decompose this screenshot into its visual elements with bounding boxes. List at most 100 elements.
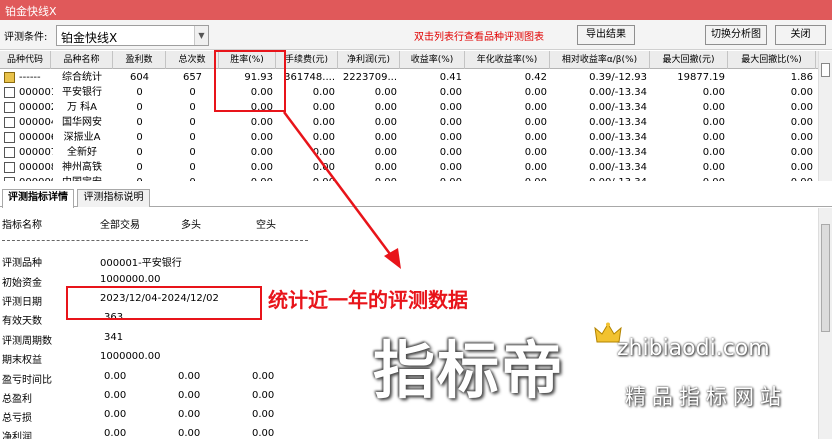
ratio-all: 0.00 [104,428,127,439]
period-label: 评测周期数 [2,336,52,347]
table-cell-ddr: 0.00 [728,175,816,181]
watermark-domain: zhibiaodi.com [617,336,770,361]
valid-days-label: 有效天数 [2,316,42,327]
table-cell-code: 000009 [19,175,53,181]
table-cell-annual: 0.00 [524,147,547,158]
table-cell-annual: 0.00 [524,132,547,143]
divider [2,240,308,241]
stock-icon [4,162,15,173]
table-cell-dd: 0.00 [702,147,725,158]
table-cell-total: 0 [189,132,196,143]
scrollbar-thumb[interactable] [821,224,830,332]
stock-icon [4,147,15,158]
table-cell-code: 000001 [19,87,53,98]
table-row[interactable]: 000001 平安银行 0 0 0.00 0.00 0.00 0.00 0.00 0.00/-13… [0,85,818,100]
table-row[interactable]: ------ 综合统计 604 657 91.93 361748.... 2223709..… [0,70,818,85]
column-header[interactable]: 净利润(元) [338,51,400,69]
table-cell-dd: 0.00 [702,132,725,143]
table-cell-ret: 0.41 [439,72,462,83]
tab-indicator-explanation[interactable]: 评测指标说明 [77,189,150,207]
equity-label: 期末权益 [2,355,42,366]
ratio-label: 总盈利 [2,394,32,405]
win-rate-highlight-box [214,50,286,112]
stock-icon [4,177,15,181]
table-cell-annual: 0.00 [524,117,547,128]
table-cell-code: 000008 [19,162,53,173]
switch-chart-button[interactable]: 切换分析图 [705,25,767,45]
condition-select[interactable]: 铂金快线X ▼ [56,25,209,46]
table-scrollbar[interactable] [818,51,832,181]
column-header[interactable]: 收益率(%) [400,51,465,69]
col-header-name: 指标名称 [2,220,42,231]
export-button[interactable]: 导出结果 [577,25,635,45]
table-cell-code: ------ [19,72,41,83]
column-header[interactable]: 盈利数 [113,51,166,69]
table-cell-rel: 0.39/-12.93 [589,72,647,83]
table-cell-rate: 0.00 [250,117,273,128]
table-cell-code: 000002 [19,102,53,113]
tab-indicator-details[interactable]: 评测指标详情 [2,189,74,208]
column-header[interactable]: 品种代码 [0,51,51,69]
detail-scrollbar[interactable] [818,208,832,439]
date-label: 评测日期 [2,297,42,308]
column-header[interactable]: 年化收益率(%) [465,51,550,69]
table-cell-annual: 0.42 [524,72,547,83]
table-cell-code: 000007 [19,147,53,158]
table-cell-annual: 0.00 [524,87,547,98]
column-header[interactable]: 最大回撤比(%) [728,51,816,69]
table-cell-rel: 0.00/-13.34 [589,117,647,128]
column-header[interactable]: 最大回撤(元) [650,51,728,69]
ratio-long: 0.00 [178,371,201,382]
ratio-short: 0.00 [252,390,275,401]
table-cell-dd: 0.00 [650,175,728,181]
table-cell-win: 0 [136,117,143,128]
stock-icon [4,117,15,128]
table-cell-dd: 0.00 [702,162,725,173]
stock-icon [4,132,15,143]
watermark-brand: 指标帝 [373,334,566,407]
table-cell-annual: 0.00 [465,175,550,181]
table-cell-code: 000006 [19,132,53,143]
column-header[interactable]: 总次数 [166,51,219,69]
ratio-long: 0.00 [178,428,201,439]
annotation-note: 统计近一年的评测数据 [268,288,468,312]
table-cell-rel: 0.00/-13.34 [589,162,647,173]
table-cell-annual: 0.00 [524,162,547,173]
table-cell-rate: 0.00 [250,147,273,158]
table-cell-name: 国华网安 [62,117,102,128]
ratio-long: 0.00 [178,390,201,401]
ratio-short: 0.00 [252,428,275,439]
table-cell-win: 604 [129,72,150,83]
window-title: 铂金快线X [5,5,57,18]
table-cell-rel: 0.00/-13.34 [589,87,647,98]
column-header[interactable]: 品种名称 [51,51,113,69]
table-cell-total: 0 [166,175,219,181]
table-cell-name: 平安银行 [62,87,102,98]
variety-value: 000001-平安银行 [100,258,182,269]
table-cell-rate: 0.00 [250,162,273,173]
table-cell-profit: 2223709... [342,72,397,83]
summary-icon [4,72,15,83]
period-value: 341 [104,332,124,343]
table-cell-rel: 0.00/-13.34 [589,132,647,143]
table-cell-ddr: 0.00 [790,132,813,143]
table-cell-name: 神州高铁 [62,162,102,173]
table-cell-win: 0 [136,132,143,143]
table-cell-dd: 0.00 [702,117,725,128]
scrollbar-thumb[interactable] [821,63,830,77]
chevron-down-icon[interactable]: ▼ [194,26,208,45]
table-cell-ddr: 1.86 [790,72,813,83]
close-button[interactable]: 关闭 [775,25,826,45]
condition-label: 评测条件: [4,32,48,43]
table-cell-win: 0 [136,162,143,173]
table-cell-win: 0 [136,147,143,158]
ratio-label: 盈亏时间比 [2,375,52,386]
ratio-all: 0.00 [104,409,127,420]
hint-text: 双击列表行查看品种评测图表 [414,32,544,43]
table-cell-name: 深振业A [63,132,101,143]
title-bar: 铂金快线X [0,0,832,20]
table-cell-total: 0 [189,162,196,173]
ratio-label: 净利润 [2,432,32,439]
column-header[interactable]: 相对收益率α/β(%) [550,51,650,69]
variety-label: 评测品种 [2,258,42,269]
